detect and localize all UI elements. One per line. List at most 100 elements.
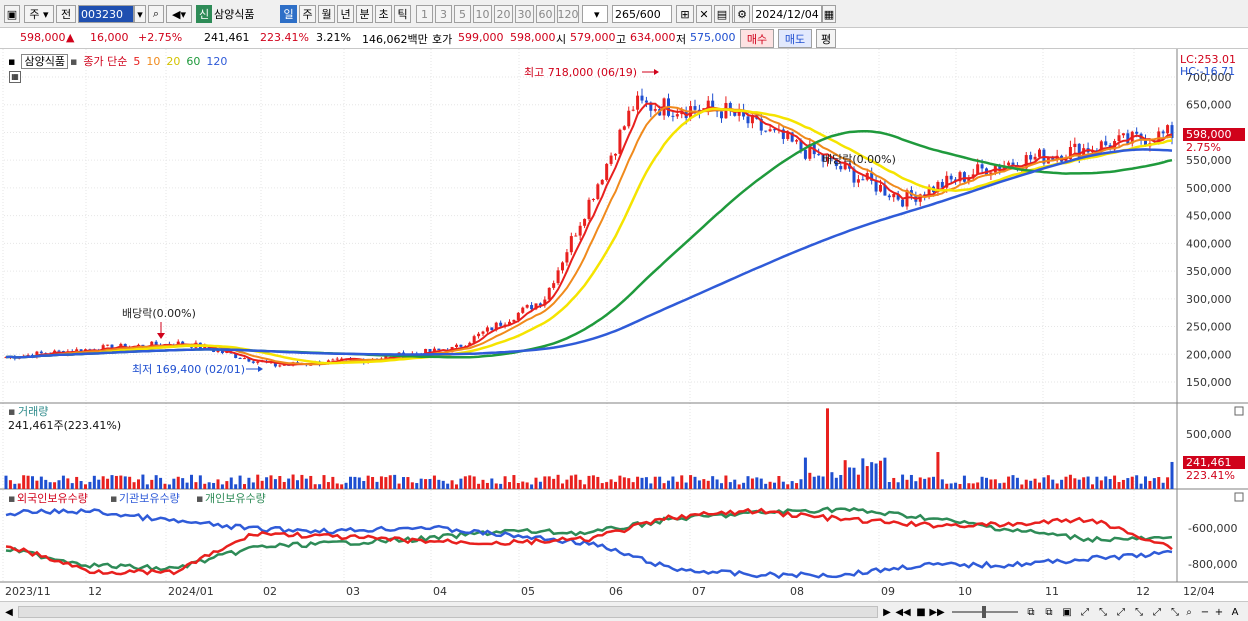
candle-body xyxy=(1029,155,1033,160)
scroll-left-icon[interactable]: ◀ xyxy=(2,605,16,619)
x-tick-label: 12/04 xyxy=(1183,585,1215,598)
stock-code-input[interactable]: 003230 xyxy=(78,5,134,23)
gear-icon[interactable]: ⚙ xyxy=(734,5,750,23)
holding-pane-close-icon[interactable] xyxy=(1234,492,1244,502)
candle-body xyxy=(640,95,644,101)
volume-bar xyxy=(600,483,604,489)
legend-ma-label: 종가 단순 xyxy=(83,55,128,68)
volume-bar xyxy=(366,475,370,489)
save-icon[interactable]: ▤ xyxy=(714,5,730,23)
period-minute[interactable]: 분 xyxy=(356,5,373,23)
layout-icon-3[interactable]: ▣ xyxy=(1060,605,1074,619)
draw-tool-icon-1[interactable]: ⤢ xyxy=(1078,605,1092,619)
volume-bar xyxy=(1073,478,1077,489)
eval-button[interactable]: 평 xyxy=(816,29,836,48)
interval-1[interactable]: 1 xyxy=(416,5,433,23)
candle-body xyxy=(485,327,489,332)
volume-bar xyxy=(971,483,975,489)
zoom-slider-handle[interactable] xyxy=(982,606,986,618)
volume-bar xyxy=(715,479,719,489)
period-month[interactable]: 월 xyxy=(318,5,335,23)
draw-tool-icon-5[interactable]: ⤢ xyxy=(1150,605,1164,619)
speaker-icon[interactable]: ◀▾ xyxy=(166,5,192,23)
crosshair-icon[interactable]: ✕ xyxy=(696,5,712,23)
zoom-out-icon[interactable]: − xyxy=(1198,605,1212,619)
volume-bar xyxy=(962,475,966,489)
scroll-right-icon[interactable]: ▶ xyxy=(880,605,894,619)
prefix-button[interactable]: 전 xyxy=(56,5,76,23)
volume-bar xyxy=(773,482,776,489)
nav-last-icon[interactable]: ▶▶ xyxy=(929,605,944,619)
interval-120[interactable]: 120 xyxy=(557,5,579,23)
draw-tool-icon-2[interactable]: ⤡ xyxy=(1096,605,1110,619)
period-year[interactable]: 년 xyxy=(337,5,354,23)
date-field[interactable]: 2024/12/04 xyxy=(752,5,822,23)
legend-ma20: 20 xyxy=(166,55,181,68)
bottom-scrollbar[interactable]: ◀ ▶ ◀◀ ■ ▶▶ ⧉ ⧉ ▣ ⤢ ⤡ ⤢ ⤡ ⤢ ⤡ ⌕ − + A xyxy=(0,601,1248,621)
sell-button[interactable]: 매도 xyxy=(778,29,812,48)
code-dropdown-icon[interactable]: ▾ xyxy=(134,5,146,23)
legend-stock-name[interactable]: 삼양식품 xyxy=(21,54,68,69)
period-tick[interactable]: 틱 xyxy=(394,5,411,23)
interval-5[interactable]: 5 xyxy=(454,5,471,23)
candle-body xyxy=(631,109,635,111)
interval-10[interactable]: 10 xyxy=(473,5,492,23)
font-size-icon[interactable]: A xyxy=(1228,605,1242,619)
interval-30[interactable]: 30 xyxy=(515,5,534,23)
volume-bar xyxy=(909,474,913,489)
volume-bar xyxy=(1161,482,1165,489)
period-week[interactable]: 주 xyxy=(299,5,316,23)
chart-area[interactable]: 700,000650,000600,000550,000500,000450,0… xyxy=(0,49,1248,601)
volume-bar xyxy=(724,475,728,489)
quote-label: 호가 xyxy=(432,33,453,46)
interval-3[interactable]: 3 xyxy=(435,5,452,23)
period-day[interactable]: 일 xyxy=(280,5,297,23)
zoom-in-icon[interactable]: + xyxy=(1212,605,1226,619)
draw-tool-icon-4[interactable]: ⤡ xyxy=(1132,605,1146,619)
volume-bar xyxy=(450,480,454,489)
interval-60[interactable]: 60 xyxy=(536,5,555,23)
volume-bar xyxy=(287,478,291,489)
legend-ma10: 10 xyxy=(146,55,161,68)
search-icon[interactable]: ⌕ xyxy=(148,5,164,23)
nav-stop-icon[interactable]: ■ xyxy=(914,605,928,619)
window-icon[interactable]: ▣ xyxy=(4,5,20,23)
calendar-icon[interactable]: ▦ xyxy=(822,5,836,23)
candle-body xyxy=(547,287,551,300)
y-tick-label: 650,000 xyxy=(1186,99,1232,112)
legend-ma5: 5 xyxy=(133,55,141,68)
x-tick-label: 12 xyxy=(88,585,102,598)
draw-tool-icon-3[interactable]: ⤢ xyxy=(1114,605,1128,619)
layout-icon-1[interactable]: ⧉ xyxy=(1024,605,1038,619)
market-select[interactable]: 주 ▾ xyxy=(24,5,54,23)
scroll-track[interactable] xyxy=(18,606,878,618)
volume-bar xyxy=(238,475,242,489)
nav-first-icon[interactable]: ◀◀ xyxy=(895,605,910,619)
volume-bar xyxy=(728,482,732,489)
count-field[interactable]: 265/600 xyxy=(612,5,672,23)
volume-bar xyxy=(1064,476,1068,489)
draw-tool-icon-6[interactable]: ⤡ xyxy=(1168,605,1182,619)
y-tick-label: 200,000 xyxy=(1186,348,1232,361)
volume-bar xyxy=(229,477,233,489)
holding-series-foreign: 외국인보유수량 xyxy=(17,492,88,505)
period-second[interactable]: 초 xyxy=(375,5,392,23)
magnifier-icon[interactable]: ⌕ xyxy=(1182,605,1196,619)
volume-bar xyxy=(627,478,631,489)
holding-y-tick: -800,000 xyxy=(1188,558,1237,571)
candle-body xyxy=(587,199,591,219)
buy-button[interactable]: 매수 xyxy=(740,29,774,48)
volume-bar xyxy=(861,458,865,489)
interval-dropdown-icon[interactable]: ▾ xyxy=(594,5,608,23)
layout-icon-2[interactable]: ⧉ xyxy=(1042,605,1056,619)
chart-tools-icon[interactable]: ⊞ xyxy=(676,5,694,23)
table-icon[interactable]: ▦ xyxy=(9,71,21,83)
volume-bar xyxy=(468,475,472,489)
volume-bar xyxy=(697,480,701,489)
volume-bar xyxy=(481,479,485,489)
candle-body xyxy=(720,111,723,119)
interval-20[interactable]: 20 xyxy=(494,5,513,23)
volume-bar xyxy=(441,480,445,489)
volume-bar xyxy=(914,481,918,489)
volume-pane-close-icon[interactable] xyxy=(1234,406,1244,416)
